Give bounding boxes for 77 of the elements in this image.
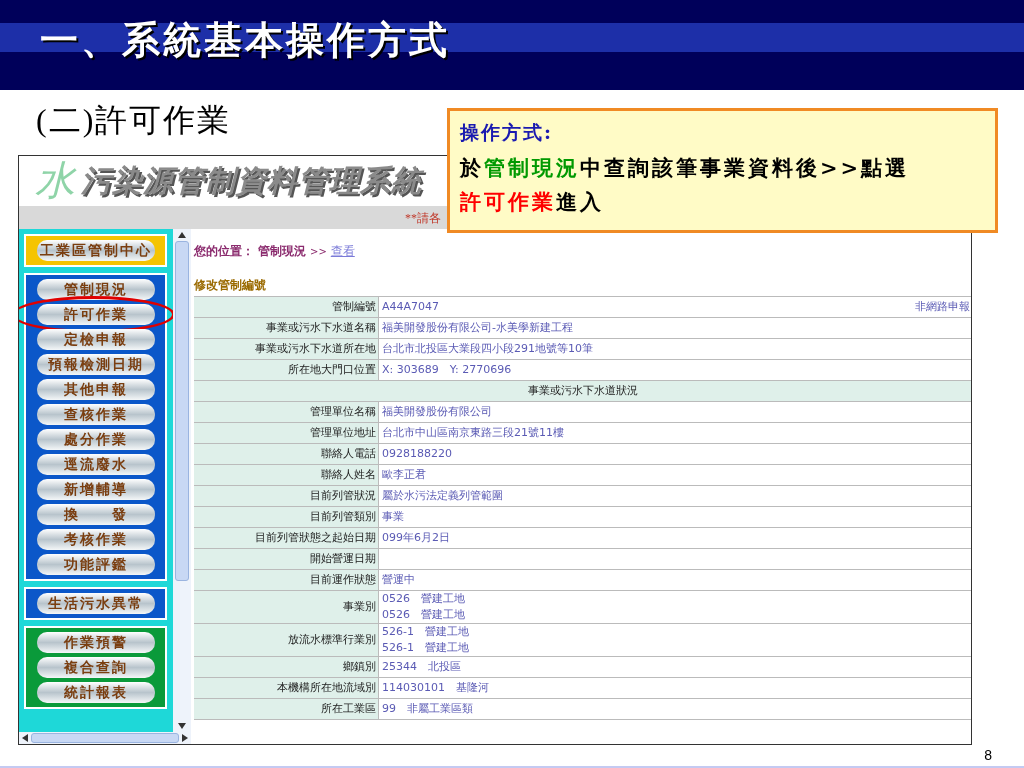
field-value: 99 非屬工業區類 <box>382 701 473 717</box>
field-value: 福美開發股份有限公司 <box>382 404 492 420</box>
callout-heading: 操作方式: <box>460 120 554 145</box>
callout-text: 於管制現況中查詢該筆事業資料後>>點選 許可作業進入 <box>460 154 911 216</box>
field-value: 114030101 基隆河 <box>382 680 489 696</box>
field-value: 事業 <box>382 509 404 525</box>
field-label: 放流水標準行業別 <box>194 624 378 656</box>
breadcrumb-link[interactable]: 查看 <box>330 242 355 260</box>
field-value: 0526 營建工地 <box>382 591 465 607</box>
sidebar-button[interactable]: 其他申報 <box>36 379 155 400</box>
field-value: 歐李正君 <box>382 467 426 483</box>
vertical-scrollbar[interactable] <box>173 229 191 732</box>
field-value: 台北市北投區大業段四小段291地號等10筆 <box>382 341 593 357</box>
logo-title: 污染源管制資料管理系統 <box>81 163 422 199</box>
field-label: 目前列管狀態之起始日期 <box>194 528 378 548</box>
field-label: 事業或污水下水道所在地 <box>194 339 378 359</box>
field-value: 0928188220 <box>382 446 452 462</box>
field-value: 台北市中山區南京東路三段21號11樓 <box>382 425 564 441</box>
horizontal-scrollbar[interactable] <box>19 732 191 744</box>
field-label: 本機構所在地流域別 <box>194 678 378 698</box>
table-section-header: 事業或污水下水道狀況 <box>194 381 971 402</box>
scroll-up-icon[interactable] <box>178 232 186 238</box>
field-label: 所在地大門口位置 <box>194 360 378 380</box>
sidebar-button[interactable]: 工業區管制中心 <box>36 240 155 261</box>
slide-title: 一、系統基本操作方式 <box>40 18 450 63</box>
sidebar-button[interactable]: 預報檢測日期 <box>36 354 155 375</box>
field-value: X: 303689 Y: 2770696 <box>382 362 512 378</box>
field-label: 聯絡人姓名 <box>194 465 378 485</box>
sidebar-button[interactable]: 生活污水異常 <box>36 593 155 614</box>
field-value: 526-1 營建工地 <box>382 624 469 640</box>
sidebar-button[interactable]: 定檢申報 <box>36 329 155 350</box>
notice-text: **請各 <box>405 209 441 227</box>
sidebar-button[interactable]: 複合查詢 <box>36 657 155 678</box>
logo-mark: 水 <box>35 159 75 203</box>
slide-subtitle: (二)許可作業 <box>36 101 232 140</box>
field-value: 福美開發股份有限公司-水美學新建工程 <box>382 320 573 336</box>
field-value: 屬於水污法定義列管範圍 <box>382 488 503 504</box>
field-label: 開始營運日期 <box>194 549 378 569</box>
sidebar-button[interactable]: 管制現況 <box>36 279 155 300</box>
field-value: 099年6月2日 <box>382 530 450 546</box>
sidebar-button[interactable]: 查核作業 <box>36 404 155 425</box>
sidebar-button[interactable]: 作業預警 <box>36 632 155 653</box>
field-label: 事業或污水下水道名稱 <box>194 318 378 338</box>
field-value: 526-1 營建工地 <box>382 640 469 656</box>
field-label: 管制編號 <box>194 297 378 317</box>
breadcrumb-label: 您的位置： <box>194 243 254 260</box>
field-label: 聯絡人電話 <box>194 444 378 464</box>
field-label: 管理單位名稱 <box>194 402 378 422</box>
field-note: 非網路申報 <box>915 298 971 315</box>
field-value: 0526 營建工地 <box>382 607 465 623</box>
field-value: 營運中 <box>382 572 415 588</box>
field-label: 事業別 <box>194 591 378 623</box>
section-title: 修改管制編號 <box>194 276 266 294</box>
field-label: 目前列管狀況 <box>194 486 378 506</box>
field-label: 管理單位地址 <box>194 423 378 443</box>
sidebar-button[interactable]: 新增輔導 <box>36 479 155 500</box>
field-label: 目前運作狀態 <box>194 570 378 590</box>
sidebar-button[interactable]: 逕流廢水 <box>36 454 155 475</box>
scroll-right-icon[interactable] <box>182 734 188 742</box>
sidebar-button[interactable]: 統計報表 <box>36 682 155 703</box>
scroll-thumb[interactable] <box>175 241 189 581</box>
breadcrumb-separator: >> <box>310 244 327 259</box>
sidebar-button[interactable]: 換 發 <box>36 504 155 525</box>
sidebar-button[interactable]: 考核作業 <box>36 529 155 550</box>
field-label: 目前列管類別 <box>194 507 378 527</box>
breadcrumb-current: 管制現況 <box>258 243 306 260</box>
field-label: 鄉鎮別 <box>194 657 378 677</box>
field-label: 所在工業區 <box>194 699 378 719</box>
sidebar-button[interactable]: 處分作業 <box>36 429 155 450</box>
field-value: A44A7047 <box>382 299 440 315</box>
scroll-thumb[interactable] <box>31 733 179 743</box>
sidebar-button[interactable]: 許可作業 <box>36 304 155 325</box>
sidebar-button[interactable]: 功能評鑑 <box>36 554 155 575</box>
scroll-down-icon[interactable] <box>178 723 186 729</box>
scroll-left-icon[interactable] <box>22 734 28 742</box>
page-number: 8 <box>984 746 992 765</box>
field-value: 25344 北投區 <box>382 659 461 675</box>
